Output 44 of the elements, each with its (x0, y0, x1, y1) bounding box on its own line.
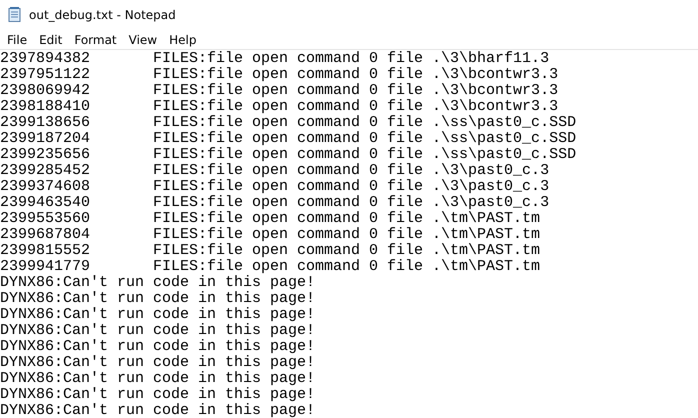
timestamp-text: 2399187204 (0, 131, 92, 147)
timestamp-text: 2399374608 (0, 179, 92, 195)
window-title: out_debug.txt - Notepad (29, 8, 176, 22)
timestamp-text: 2399235656 (0, 147, 92, 163)
log-text: FILES:file open command 0 file .\3\bcontwr3.3 (153, 99, 558, 115)
log-text: FILES:file open command 0 file .\3\past0_c.3 (153, 179, 550, 195)
menu-item[interactable]: Format (68, 32, 123, 46)
log-text: FILES:file open command 0 file .\ss\past0_c.SSD (153, 147, 576, 163)
timestamp-text: 2399553560 (0, 211, 92, 227)
log-text: DYNX86:Can't run code in this page! (0, 403, 316, 418)
log-text: FILES:file open command 0 file .\3\past0_c.3 (153, 163, 550, 179)
timestamp-text: 2398188410 (0, 99, 92, 115)
timestamp-text: 2399687804 (0, 227, 92, 243)
log-text: FILES:file open command 0 file .\3\bcontwr3.3 (153, 67, 558, 83)
timestamp-text: 2399941779 (0, 259, 92, 275)
timestamp-text: 2399463540 (0, 195, 92, 211)
log-text: DYNX86:Can't run code in this page! (0, 275, 316, 291)
log-text: DYNX86:Can't run code in this page! (0, 387, 316, 403)
timestamp-text: 2397894382 (0, 51, 92, 67)
timestamp-text: 2397951122 (0, 67, 92, 83)
log-text: DYNX86:Can't run code in this page! (0, 371, 316, 387)
log-text: FILES:file open command 0 file .\ss\past0_c.SSD (153, 115, 576, 131)
menu-item[interactable]: File (1, 32, 34, 46)
menu-item[interactable]: Edit (33, 32, 68, 46)
log-text: FILES:file open command 0 file .\tm\PAST.tm (153, 211, 540, 227)
notepad-icon (7, 7, 23, 23)
log-text: DYNX86:Can't run code in this page! (0, 355, 316, 371)
log-text: FILES:file open command 0 file .\3\bharf11.3 (153, 51, 550, 67)
log-text: DYNX86:Can't run code in this page! (0, 291, 316, 307)
log-text: DYNX86:Can't run code in this page! (0, 339, 316, 355)
log-text: FILES:file open command 0 file .\3\past0_c.3 (153, 195, 550, 211)
timestamp-text: 2399815552 (0, 243, 92, 259)
log-text: DYNX86:Can't run code in this page! (0, 323, 316, 339)
timestamp-text: 2399285452 (0, 163, 92, 179)
timestamp-text: 2399138656 (0, 115, 92, 131)
log-text: FILES:file open command 0 file .\ss\past0_c.SSD (153, 131, 576, 147)
menu-item[interactable]: View (122, 32, 164, 46)
log-text: FILES:file open command 0 file .\tm\PAST.tm (153, 227, 540, 243)
log-text: FILES:file open command 0 file .\tm\PAST.tm (153, 259, 540, 275)
log-text: DYNX86:Can't run code in this page! (0, 307, 316, 323)
timestamp-text: 2398069942 (0, 83, 92, 99)
log-text: FILES:file open command 0 file .\3\bcontwr3.3 (153, 83, 558, 99)
menu-item[interactable]: Help (163, 32, 202, 46)
log-text: FILES:file open command 0 file .\tm\PAST.tm (153, 243, 540, 259)
